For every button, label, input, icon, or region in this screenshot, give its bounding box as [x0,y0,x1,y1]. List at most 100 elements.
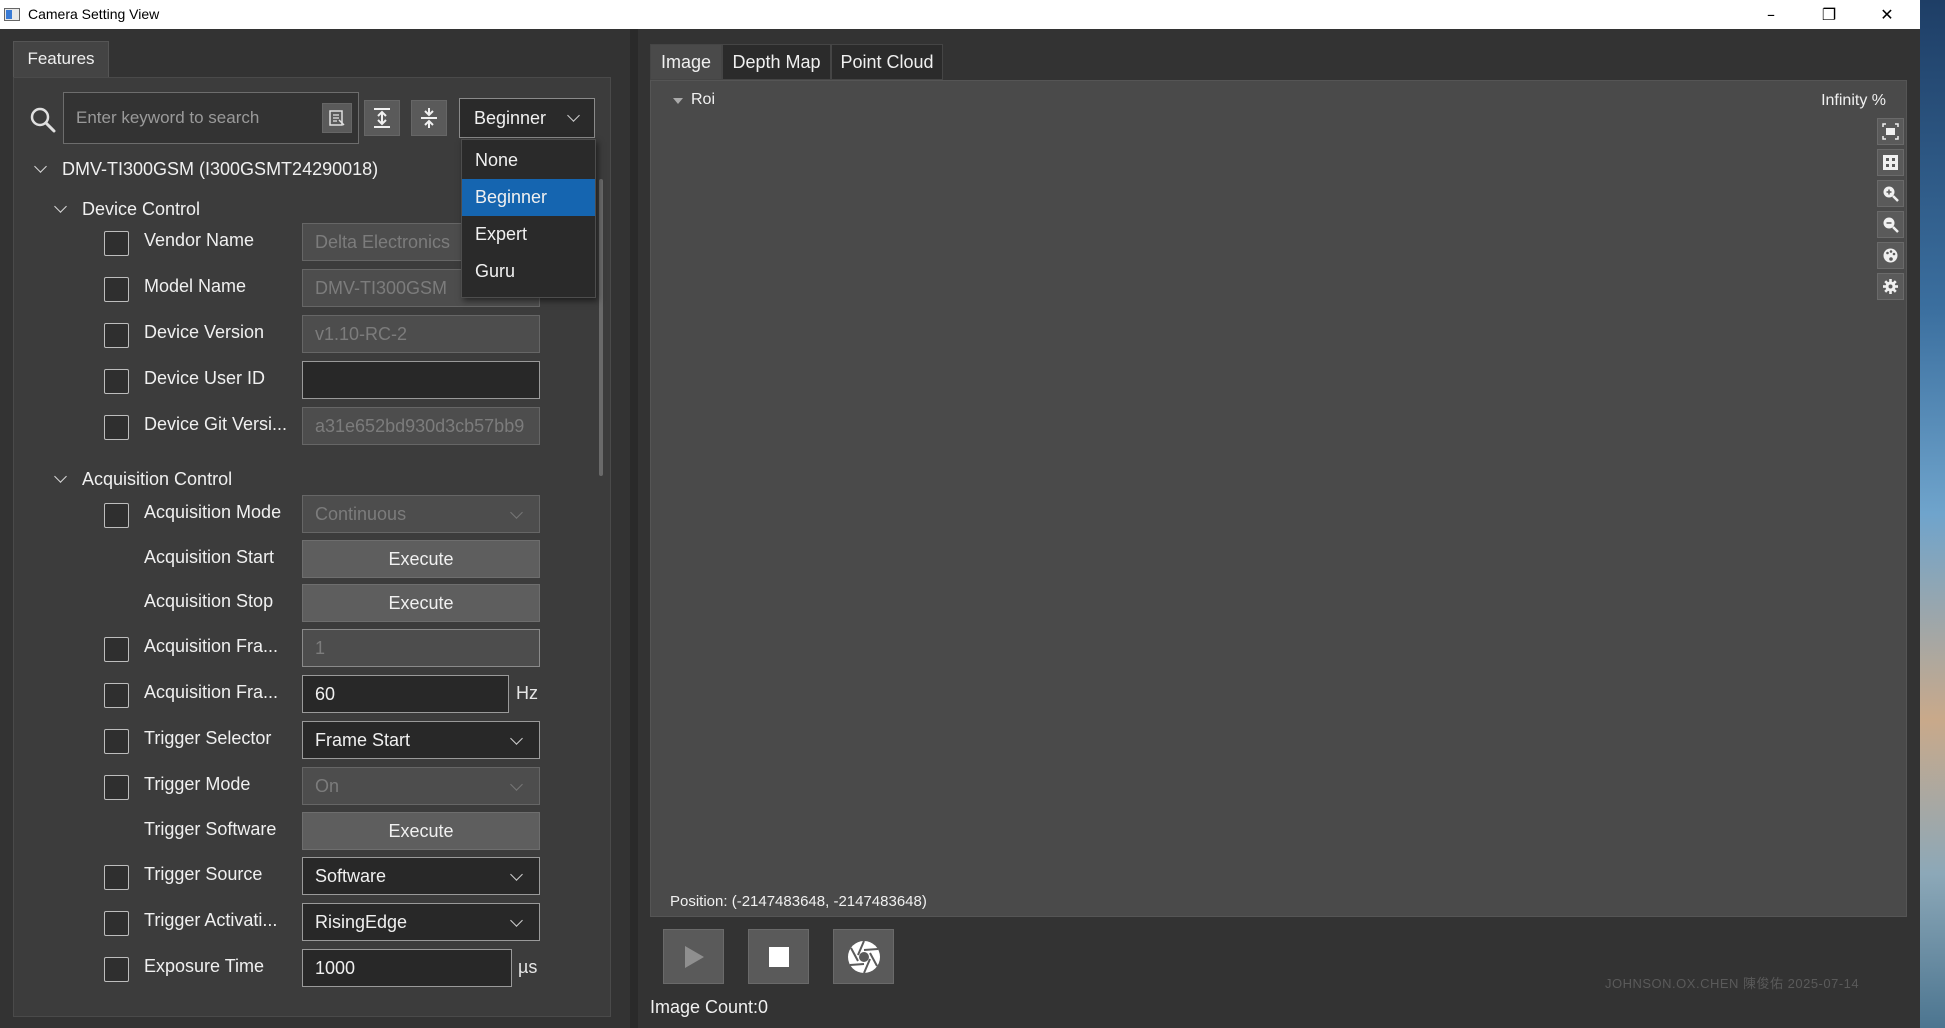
dropdown-option-beginner[interactable]: Beginner [462,179,595,216]
collapse-all-button[interactable] [411,100,447,136]
feature-checkbox[interactable] [104,683,129,708]
restore-button[interactable]: ❐ [1800,0,1858,29]
feature-checkbox[interactable] [104,369,129,394]
chevron-down-icon [510,914,523,927]
expand-all-icon [374,108,390,128]
feature-label: Device Version [144,322,265,342]
chevron-down-icon [510,778,523,791]
chevron-down-icon [567,109,580,122]
chevron-down-icon [54,470,67,483]
acquisition-stop-execute-button[interactable]: Execute [302,584,540,622]
tab-image[interactable]: Image [650,44,722,80]
feature-value: 1 [302,629,540,667]
feature-row: Device User ID [20,361,605,399]
expand-all-button[interactable] [364,100,400,136]
feature-checkbox[interactable] [104,957,129,982]
actual-size-button[interactable] [1877,149,1904,176]
trigger-source-select[interactable]: Software [302,857,540,895]
select-value: Continuous [315,504,407,524]
feature-checkbox[interactable] [104,277,129,302]
desktop-background [1920,0,1945,1028]
stop-button[interactable] [748,929,809,984]
viewer-settings-button[interactable] [1877,273,1904,300]
fit-view-button[interactable] [1877,118,1904,145]
settings-icon [1883,279,1898,294]
trigger-mode-select: On [302,767,540,805]
dropdown-option-expert[interactable]: Expert [462,216,595,253]
feature-label: Trigger Activati... [144,910,278,930]
device-node-label: DMV-TI300GSM (I300GSMT24290018) [62,159,379,179]
feature-label: Acquisition Fra... [144,636,279,656]
feature-label: Acquisition Stop [144,591,274,611]
snapshot-button[interactable] [833,929,894,984]
palette-button[interactable] [1877,242,1904,269]
unit-label: µs [518,957,538,977]
chevron-down-icon [510,732,523,745]
feature-checkbox[interactable] [104,415,129,440]
palette-icon [1883,248,1898,263]
search-input[interactable] [63,92,359,144]
frame-rate-input[interactable]: 60 [302,675,509,713]
feature-checkbox[interactable] [104,231,129,256]
feature-row: Trigger Mode On [20,767,605,805]
feature-label: Acquisition Start [144,547,275,567]
trigger-activation-select[interactable]: RisingEdge [302,903,540,941]
close-button[interactable]: ✕ [1858,0,1916,29]
tab-depth-map[interactable]: Depth Map [722,44,831,80]
feature-checkbox[interactable] [104,503,129,528]
feature-label: Device User ID [144,368,266,388]
app-window: Features Enter keyword to search Beginne… [0,29,1920,1028]
feature-checkbox[interactable] [104,729,129,754]
roi-toggle[interactable]: Roi [673,91,715,109]
play-icon [684,945,704,968]
chevron-down-icon [510,506,523,519]
acquisition-mode-select: Continuous [302,495,540,533]
feature-label: Trigger Selector [144,728,272,748]
feature-row: Acquisition Stop Execute [20,584,605,622]
zoom-in-button[interactable] [1877,180,1904,207]
select-value: Frame Start [315,730,411,750]
window-title: Camera Setting View [28,6,160,22]
trigger-software-execute-button[interactable]: Execute [302,812,540,850]
chevron-down-icon [54,200,67,213]
app-icon [4,8,20,21]
feature-checkbox[interactable] [104,911,129,936]
feature-label: Model Name [144,276,247,296]
feature-row: Exposure Time 1000 µs [20,949,605,987]
clear-search-button[interactable] [322,103,352,133]
feature-label: Acquisition Fra... [144,682,279,702]
feature-row: Acquisition Fra... 60 Hz [20,675,605,713]
feature-row: Trigger Activati... RisingEdge [20,903,605,941]
select-value: RisingEdge [315,912,408,932]
feature-checkbox[interactable] [104,323,129,348]
acquisition-start-execute-button[interactable]: Execute [302,540,540,578]
feature-label: Trigger Mode [144,774,251,794]
play-button[interactable] [663,929,724,984]
feature-checkbox[interactable] [104,865,129,890]
feature-label: Exposure Time [144,956,265,976]
tab-features[interactable]: Features [13,41,109,77]
feature-checkbox[interactable] [104,775,129,800]
minimize-button[interactable]: – [1742,0,1800,29]
feature-checkbox[interactable] [104,637,129,662]
visibility-level-select[interactable]: Beginner [459,98,595,138]
tree-scrollbar[interactable] [599,179,603,476]
pane-splitter[interactable] [630,29,638,1028]
select-value: On [315,776,340,796]
dropdown-option-guru[interactable]: Guru [462,253,595,290]
feature-label: Device Git Versi... [144,414,288,434]
dropdown-option-none[interactable]: None [462,142,595,179]
image-viewer[interactable]: Roi Infinity % Position: (-2147483648, -… [650,80,1907,917]
tab-point-cloud[interactable]: Point Cloud [831,44,943,80]
feature-label: Vendor Name [144,230,255,250]
feature-label: Trigger Source [144,864,263,884]
trigger-selector-select[interactable]: Frame Start [302,721,540,759]
features-pane: Features Enter keyword to search Beginne… [0,29,630,1028]
collapse-all-icon [421,108,437,128]
exposure-time-input[interactable]: 1000 [302,949,512,987]
zoom-out-button[interactable] [1877,211,1904,238]
device-user-id-input[interactable] [302,361,540,399]
unit-label: Hz [516,683,538,703]
zoom-level: Infinity % [1821,92,1886,109]
feature-value: a31e652bd930d3cb57bb9 [302,407,540,445]
